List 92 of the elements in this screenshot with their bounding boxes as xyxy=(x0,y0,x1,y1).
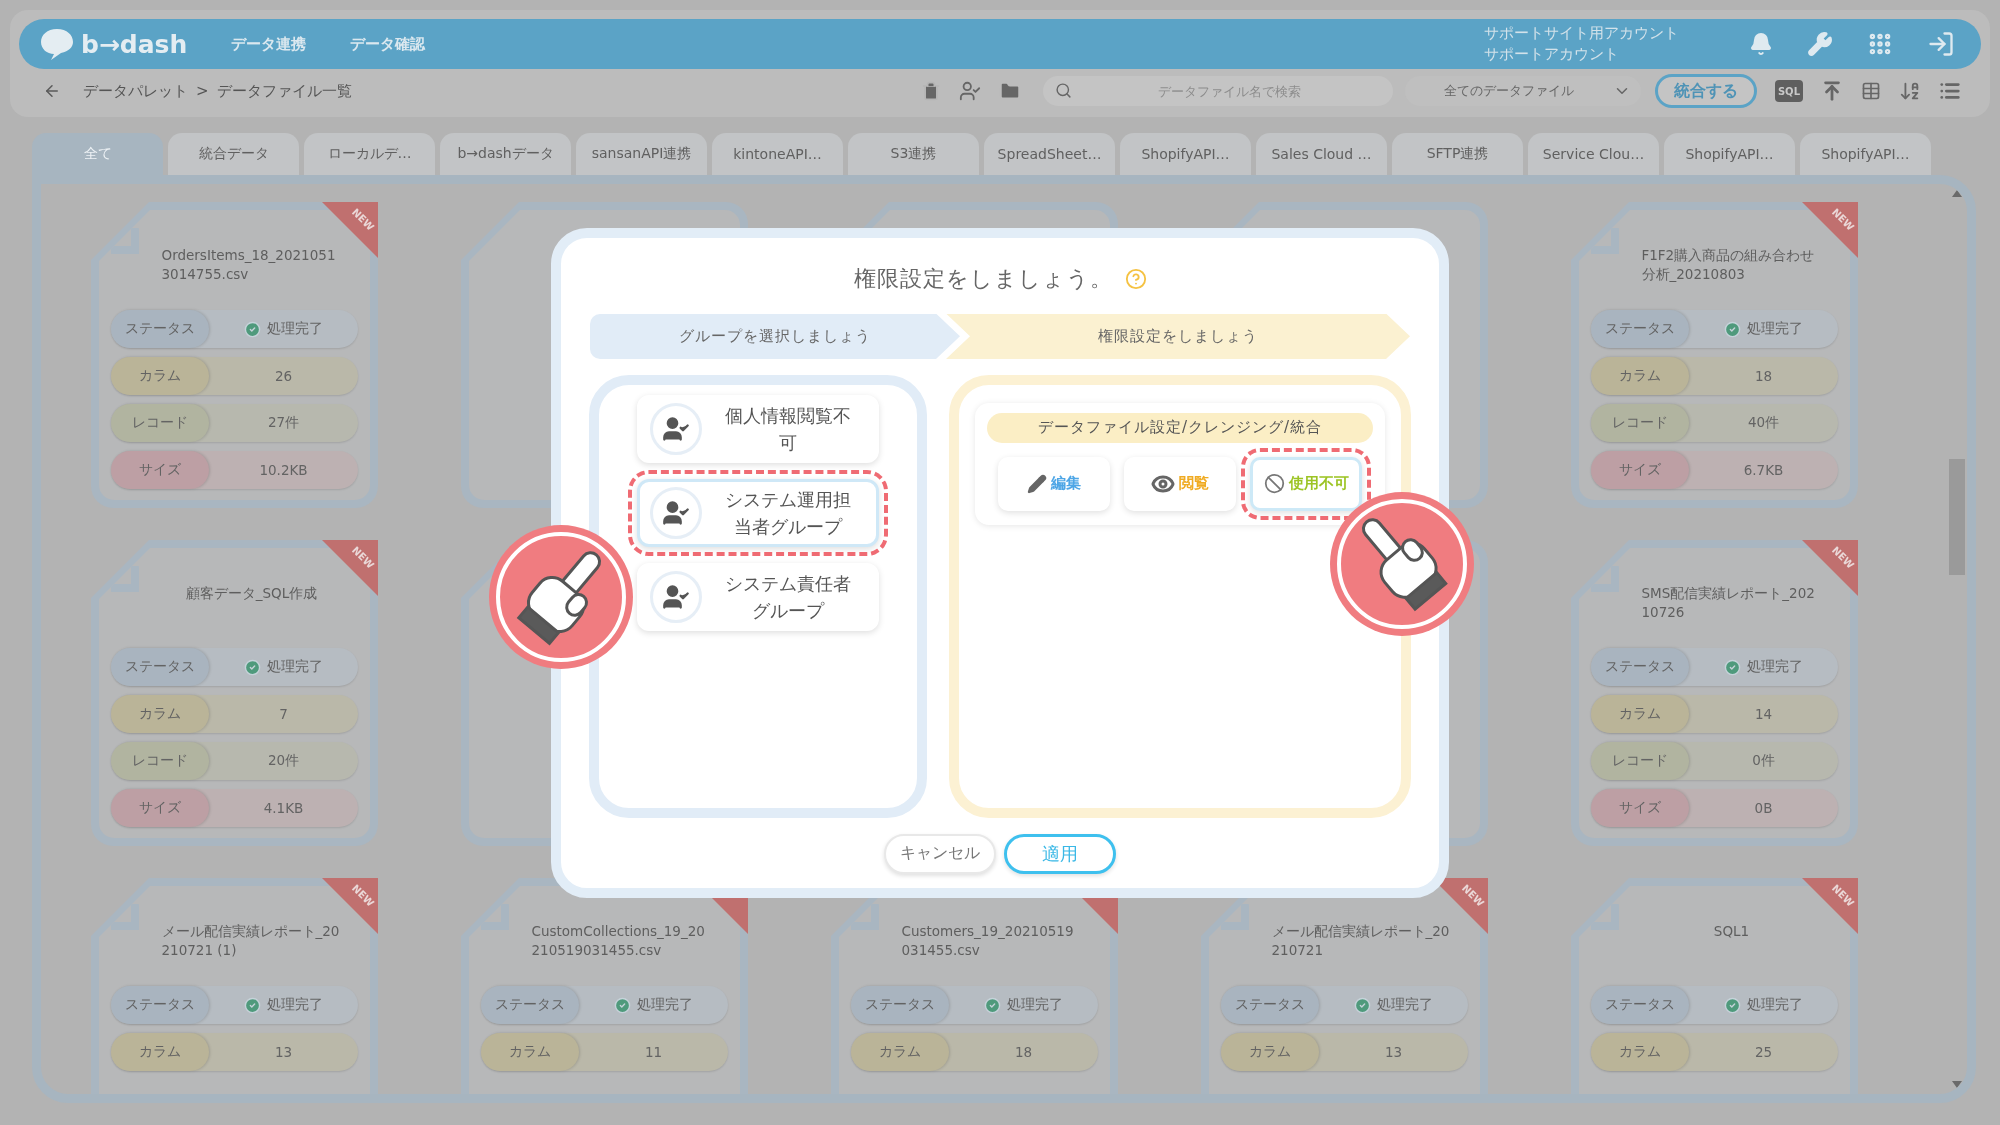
tab[interactable]: ShopifyAPI… xyxy=(1664,133,1795,175)
row-label: カラム xyxy=(1591,695,1689,733)
row-value: 4.1KB xyxy=(263,800,304,816)
row-label: ステータス xyxy=(851,986,949,1024)
row-value: 40件 xyxy=(1747,414,1780,432)
cancel-button[interactable]: キャンセル xyxy=(884,833,996,874)
row-value: 処理完了 xyxy=(1377,996,1433,1014)
account-name: サポートアカウント xyxy=(1484,44,1620,65)
row-value: 11 xyxy=(644,1044,663,1060)
row-value: 処理完了 xyxy=(1747,320,1803,338)
tab[interactable]: ShopifyAPI… xyxy=(1800,133,1931,175)
row-label: レコード xyxy=(111,404,209,442)
file-title: SQL1 xyxy=(1713,922,1750,941)
row-label: カラム xyxy=(1591,1033,1689,1071)
row-value: 13 xyxy=(1384,1044,1403,1060)
tab[interactable]: Service Clou… xyxy=(1528,133,1659,175)
row-label: カラム xyxy=(111,357,209,395)
row-value: 10.2KB xyxy=(259,462,308,478)
row-value: 処理完了 xyxy=(1007,996,1063,1014)
row-value: 7 xyxy=(279,706,288,722)
breadcrumb-link[interactable]: データパレット xyxy=(83,81,188,101)
row-value: 処理完了 xyxy=(267,996,323,1014)
tab[interactable]: SFTP連携 xyxy=(1392,133,1523,175)
step-label: 権限設定をしましょう xyxy=(946,313,1410,359)
row-value: 0B xyxy=(1754,800,1773,816)
row-label: サイズ xyxy=(111,451,209,489)
row-value: 27件 xyxy=(267,414,300,432)
file-card[interactable]: CustomCollections_19_20210519031455.csv ステータス 処理完了 カラム 11 xyxy=(461,878,748,1094)
file-title: SMS配信実績レポート_20210726 xyxy=(1641,584,1816,622)
row-label: ステータス xyxy=(1591,986,1689,1024)
tab[interactable]: ローカルデ… xyxy=(304,133,435,175)
row-value: 処理完了 xyxy=(267,320,323,338)
row-value: 処理完了 xyxy=(267,658,323,676)
row-label: ステータス xyxy=(1591,310,1689,348)
file-title: OrdersItems_18_20210513014755.csv xyxy=(161,246,337,284)
apply-button[interactable]: 適用 xyxy=(1004,833,1116,874)
category-label: データファイル設定/クレンジング/統合 xyxy=(987,412,1373,443)
file-title: メール配信実績レポート_20210721 (1) xyxy=(161,922,341,960)
row-label: カラム xyxy=(481,1033,579,1071)
row-label: サイズ xyxy=(1591,451,1689,489)
row-label: ステータス xyxy=(111,648,209,686)
tab[interactable]: sansanAPI連携 xyxy=(576,133,707,175)
row-label: カラム xyxy=(111,1033,209,1071)
merge-button[interactable]: 統合する xyxy=(1654,74,1757,108)
tab[interactable]: SpreadSheet… xyxy=(984,133,1115,175)
row-label: カラム xyxy=(111,695,209,733)
nav-link[interactable]: データ連携 xyxy=(231,34,307,54)
row-label: カラム xyxy=(851,1033,949,1071)
tab[interactable]: S3連携 xyxy=(848,133,979,175)
row-label: カラム xyxy=(1221,1033,1319,1071)
row-value: 14 xyxy=(1754,706,1773,722)
tab[interactable]: 全て xyxy=(32,133,163,175)
row-label: ステータス xyxy=(481,986,579,1024)
account-name: サポートサイト用アカウント xyxy=(1484,23,1679,44)
tab[interactable]: b→dashデータ xyxy=(440,133,571,175)
row-label: ステータス xyxy=(111,310,209,348)
tab[interactable]: kintoneAPI… xyxy=(712,133,843,175)
row-value: 6.7KB xyxy=(1743,462,1784,478)
file-title: F1F2購入商品の組み合わせ分析_20210803 xyxy=(1641,246,1816,284)
sql-button[interactable]: SQL xyxy=(1774,80,1803,102)
row-value: 20件 xyxy=(267,752,300,770)
breadcrumb-current[interactable]: データファイル一覧 xyxy=(216,81,352,101)
row-label: ステータス xyxy=(1591,648,1689,686)
row-label: ステータス xyxy=(1221,986,1319,1024)
row-label: レコード xyxy=(1591,742,1689,780)
file-title: CustomCollections_19_20210519031455.csv xyxy=(531,922,706,960)
row-value: 25 xyxy=(1754,1044,1773,1060)
dialog-title: 権限設定をしましょう。 xyxy=(853,264,1113,293)
tab[interactable]: 統合データ xyxy=(168,133,299,175)
breadcrumb-separator: > xyxy=(196,82,209,100)
file-title: メール配信実績レポート_20210721 xyxy=(1271,922,1451,960)
row-label: レコード xyxy=(111,742,209,780)
row-value: 18 xyxy=(1754,368,1773,384)
file-title: Customers_19_20210519031455.csv xyxy=(901,922,1075,960)
row-value: 26 xyxy=(274,368,293,384)
row-value: 18 xyxy=(1014,1044,1033,1060)
row-value: 処理完了 xyxy=(1747,996,1803,1014)
row-label: ステータス xyxy=(111,986,209,1024)
row-value: 0件 xyxy=(1752,752,1775,770)
row-label: サイズ xyxy=(1591,789,1689,827)
step-label: グループを選択しましょう xyxy=(590,313,960,359)
file-title: 顧客データ_SQL作成 xyxy=(185,584,318,603)
logo-text: b→dash xyxy=(81,29,188,59)
tab[interactable]: ShopifyAPI… xyxy=(1120,133,1251,175)
row-value: 処理完了 xyxy=(637,996,693,1014)
row-value: 処理完了 xyxy=(1747,658,1803,676)
row-label: レコード xyxy=(1591,404,1689,442)
nav-link[interactable]: データ確認 xyxy=(350,34,426,54)
tab[interactable]: Sales Cloud … xyxy=(1256,133,1387,175)
row-label: カラム xyxy=(1591,357,1689,395)
row-value: 13 xyxy=(274,1044,293,1060)
row-label: サイズ xyxy=(111,789,209,827)
